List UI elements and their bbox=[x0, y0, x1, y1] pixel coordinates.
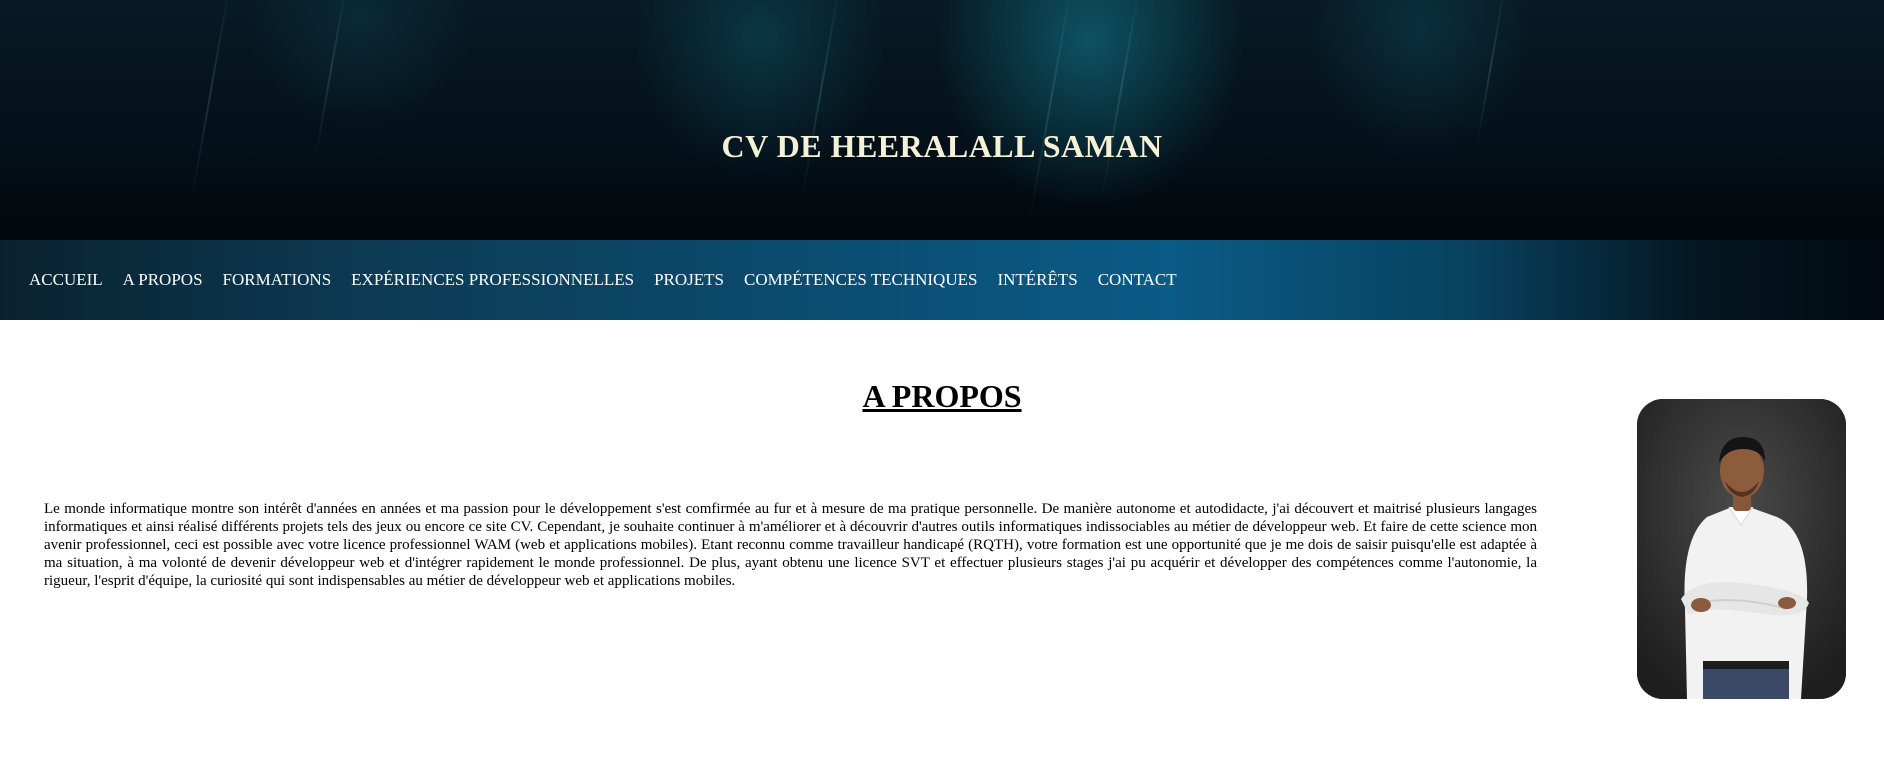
nav-item-formations[interactable]: FORMATIONS bbox=[223, 270, 332, 290]
about-paragraph: Le monde informatique montre son intérêt… bbox=[44, 501, 1537, 589]
profile-photo bbox=[1637, 399, 1846, 699]
main-nav: ACCUEIL A PROPOS FORMATIONS EXPÉRIENCES … bbox=[0, 240, 1884, 320]
nav-item-interets[interactable]: INTÉRÊTS bbox=[997, 270, 1077, 290]
banner-light-streak bbox=[1100, 0, 1142, 200]
section-title: A PROPOS bbox=[862, 378, 1022, 414]
nav-item-contact[interactable]: CONTACT bbox=[1098, 270, 1177, 290]
nav-item-a-propos[interactable]: A PROPOS bbox=[123, 270, 203, 290]
banner-light-streak bbox=[800, 0, 842, 200]
banner-light-streak bbox=[1028, 0, 1074, 220]
nav-item-experiences[interactable]: EXPÉRIENCES PROFESSIONNELLES bbox=[351, 270, 634, 290]
person-portrait-icon bbox=[1637, 399, 1846, 699]
nav-item-projets[interactable]: PROJETS bbox=[654, 270, 724, 290]
header-banner: CV DE HEERALALL SAMAN bbox=[0, 0, 1884, 240]
nav-item-competences[interactable]: COMPÉTENCES TECHNIQUES bbox=[744, 270, 977, 290]
nav-item-accueil[interactable]: ACCUEIL bbox=[29, 270, 103, 290]
banner-light-streak bbox=[190, 0, 232, 200]
page-title: CV DE HEERALALL SAMAN bbox=[721, 128, 1163, 164]
